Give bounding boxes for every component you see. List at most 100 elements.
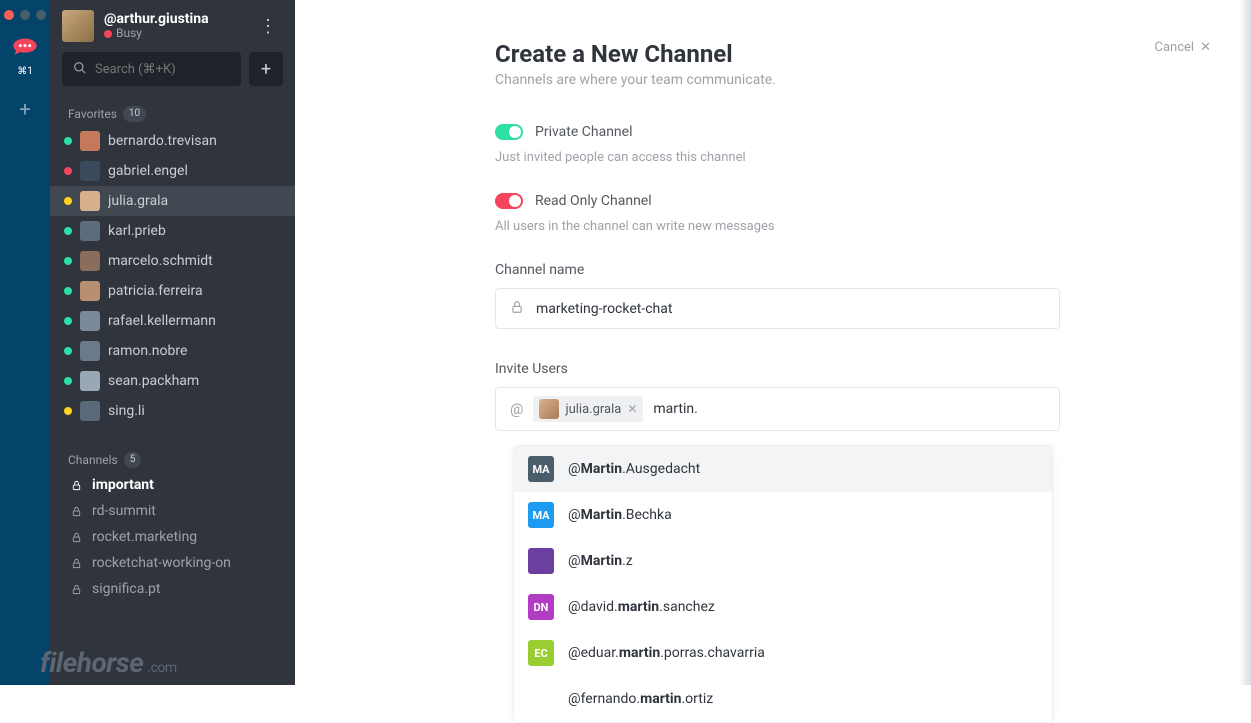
presence-dot-icon <box>64 377 72 385</box>
user-suggestions-dropdown: MA @Martin.AusgedachtMA @Martin.Bechka @… <box>513 445 1053 723</box>
workspace-shortcut-badge: ⌘1 <box>17 66 33 77</box>
avatar-initials: DN <box>528 594 554 620</box>
suggestion-name: @david.martin.sanchez <box>568 599 715 615</box>
sidebar-channel-rocket-marketing[interactable]: rocket.marketing <box>50 524 295 550</box>
presence-dot-icon <box>64 137 72 145</box>
suggestion-row[interactable]: MA @Martin.Ausgedacht <box>514 446 1052 492</box>
avatar-initials <box>528 686 554 712</box>
sidebar-channel-rocketchat-working-on[interactable]: rocketchat-working-on <box>50 550 295 576</box>
chip-label: julia.grala <box>565 402 621 417</box>
sidebar-item-julia-grala[interactable]: julia.grala <box>50 186 295 216</box>
sidebar-item-gabriel-engel[interactable]: gabriel.engel <box>50 156 295 186</box>
add-workspace-button[interactable]: + <box>19 97 30 121</box>
channel-name-label: Channel name <box>495 262 1211 278</box>
lock-icon <box>70 558 82 569</box>
sidebar-channel-significa-pt[interactable]: significa.pt <box>50 576 295 602</box>
readonly-channel-help: All users in the channel can write new m… <box>495 219 1211 234</box>
channel-name-input-wrap[interactable] <box>495 288 1060 329</box>
maximize-window-icon[interactable] <box>36 10 46 20</box>
presence-dot-icon <box>64 407 72 415</box>
status-dot-icon <box>104 30 112 38</box>
sidebar-item-marcelo-schmidt[interactable]: marcelo.schmidt <box>50 246 295 276</box>
sidebar-item-sing-li[interactable]: sing.li <box>50 396 295 426</box>
current-user-row[interactable]: @arthur.giustina Busy ⋮ <box>50 0 295 52</box>
close-window-icon[interactable] <box>4 10 14 20</box>
favorites-title: Favorites <box>68 107 117 121</box>
presence-dot-icon <box>64 167 72 175</box>
page-title: Create a New Channel <box>495 40 1211 68</box>
readonly-channel-toggle[interactable] <box>495 193 523 209</box>
lock-icon <box>510 299 524 318</box>
channel-name: rocket.marketing <box>92 529 197 545</box>
suggestion-row[interactable]: @fernando.martin.ortiz <box>514 676 1052 722</box>
suggestion-row[interactable]: MA @Martin.Bechka <box>514 492 1052 538</box>
private-channel-label: Private Channel <box>535 124 632 140</box>
sidebar: @arthur.giustina Busy ⋮ + Favorites 10 b… <box>50 0 295 685</box>
search-input[interactable] <box>95 62 230 77</box>
presence-dot-icon <box>64 197 72 205</box>
channels-header: Channels 5 <box>50 442 295 472</box>
favorites-count-badge: 10 <box>123 106 146 122</box>
user-status: Busy <box>104 27 243 41</box>
avatar <box>80 221 100 241</box>
suggestion-name: @eduar.martin.porras.chavarria <box>568 645 765 661</box>
room-name: rafael.kellermann <box>108 313 216 329</box>
main-content: Cancel ✕ Create a New Channel Channels a… <box>295 0 1251 685</box>
invite-users-input[interactable] <box>653 401 831 417</box>
sidebar-channel-rd-summit[interactable]: rd-summit <box>50 498 295 524</box>
room-name: ramon.nobre <box>108 343 187 359</box>
avatar <box>80 191 100 211</box>
room-name: sean.packham <box>108 373 199 389</box>
sidebar-item-ramon-nobre[interactable]: ramon.nobre <box>50 336 295 366</box>
avatar-initials: MA <box>528 456 554 482</box>
suggestion-row[interactable]: @Martin.z <box>514 538 1052 584</box>
private-channel-help: Just invited people can access this chan… <box>495 150 1211 165</box>
at-icon: @ <box>510 400 523 418</box>
avatar <box>80 281 100 301</box>
presence-dot-icon <box>64 347 72 355</box>
sidebar-channel-important[interactable]: important <box>50 472 295 498</box>
user-chip[interactable]: julia.grala ✕ <box>533 396 643 422</box>
avatar-initials: EC <box>528 640 554 666</box>
room-name: sing.li <box>108 403 145 419</box>
sidebar-item-patricia-ferreira[interactable]: patricia.ferreira <box>50 276 295 306</box>
channel-name: important <box>92 477 154 493</box>
status-text: Busy <box>116 27 142 41</box>
suggestion-row[interactable]: EC @eduar.martin.porras.chavarria <box>514 630 1052 676</box>
channel-name: significa.pt <box>92 581 160 597</box>
watermark: filehorse.com <box>40 646 177 679</box>
avatar <box>80 311 100 331</box>
invite-users-label: Invite Users <box>495 361 1211 377</box>
avatar-initials <box>528 548 554 574</box>
readonly-channel-label: Read Only Channel <box>535 193 652 209</box>
room-name: patricia.ferreira <box>108 283 203 299</box>
avatar <box>62 10 94 42</box>
search-input-wrap[interactable] <box>62 52 241 86</box>
lock-icon <box>70 584 82 595</box>
channels-title: Channels <box>68 453 118 467</box>
sidebar-item-bernardo-trevisan[interactable]: bernardo.trevisan <box>50 126 295 156</box>
private-channel-toggle[interactable] <box>495 124 523 140</box>
sidebar-item-karl-prieb[interactable]: karl.prieb <box>50 216 295 246</box>
suggestion-row[interactable]: DN @david.martin.sanchez <box>514 584 1052 630</box>
lock-icon <box>70 506 82 517</box>
sidebar-item-rafael-kellermann[interactable]: rafael.kellermann <box>50 306 295 336</box>
suggestion-name: @Martin.Ausgedacht <box>568 461 700 477</box>
cancel-button[interactable]: Cancel ✕ <box>1155 40 1211 55</box>
room-name: bernardo.trevisan <box>108 133 217 149</box>
sidebar-item-sean-packham[interactable]: sean.packham <box>50 366 295 396</box>
channel-name: rd-summit <box>92 503 156 519</box>
page-subtitle: Channels are where your team communicate… <box>495 72 1211 88</box>
remove-chip-icon[interactable]: ✕ <box>627 402 637 416</box>
lock-icon <box>70 532 82 543</box>
avatar <box>80 251 100 271</box>
workspace-logo-icon[interactable] <box>11 34 39 62</box>
suggestion-name: @Martin.Bechka <box>568 507 672 523</box>
user-menu-button[interactable]: ⋮ <box>253 16 283 37</box>
channel-name-input[interactable] <box>536 301 1045 317</box>
minimize-window-icon[interactable] <box>20 10 30 20</box>
avatar <box>80 131 100 151</box>
create-button[interactable]: + <box>249 52 283 86</box>
invite-users-input-wrap[interactable]: @ julia.grala ✕ <box>495 387 1060 431</box>
room-name: julia.grala <box>108 193 168 209</box>
